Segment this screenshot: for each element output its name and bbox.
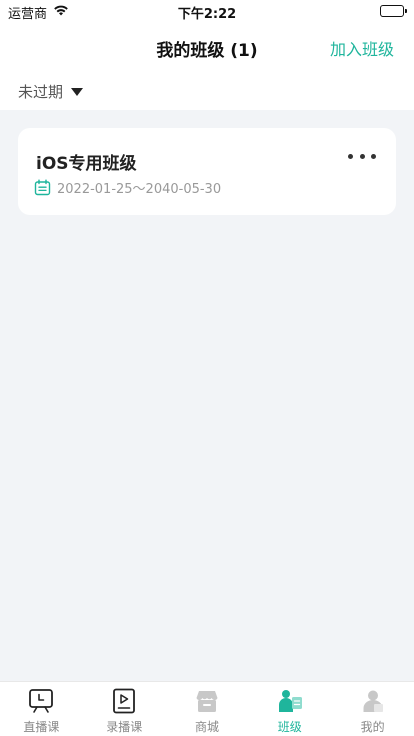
class-card[interactable]: iOS专用班级 2022-01-25～2040-05-30 — [18, 128, 396, 215]
more-options-icon[interactable] — [348, 148, 376, 164]
tab-profile[interactable]: 我的 — [331, 682, 414, 736]
tab-live-class[interactable]: 直播课 — [0, 682, 83, 736]
tab-label: 我的 — [360, 720, 385, 734]
tab-store[interactable]: 商城 — [166, 682, 249, 736]
live-class-icon — [29, 689, 54, 713]
clock: 下午2:22 — [177, 7, 237, 22]
tab-label: 商城 — [194, 720, 219, 734]
battery-icon — [380, 5, 407, 17]
filter-bar: 未过期 — [0, 70, 414, 110]
status-bar: 运营商 下午2:22 — [0, 0, 414, 24]
class-icon — [278, 690, 302, 712]
join-class-button[interactable]: 加入班级 — [330, 36, 394, 60]
store-icon — [196, 691, 218, 712]
tab-bar: 直播课 录播课 商城 班级 我的 — [0, 681, 414, 736]
tab-label: 录播课 — [106, 720, 143, 734]
tab-label: 班级 — [277, 720, 302, 734]
calendar-icon — [34, 179, 51, 196]
profile-icon — [363, 690, 383, 712]
caret-down-icon — [71, 87, 84, 96]
class-date-row: 2022-01-25～2040-05-30 — [34, 178, 221, 197]
expiry-filter-dropdown[interactable]: 未过期 — [18, 81, 84, 102]
class-date-range: 2022-01-25～2040-05-30 — [57, 182, 222, 197]
filter-label: 未过期 — [18, 83, 64, 101]
recorded-class-icon — [113, 688, 136, 714]
tab-class[interactable]: 班级 — [248, 682, 331, 736]
tab-recorded-class[interactable]: 录播课 — [83, 682, 166, 736]
tab-label: 直播课 — [23, 720, 60, 734]
navigation-bar: 我的班级 (1) 加入班级 — [0, 24, 414, 70]
class-name: iOS专用班级 — [36, 154, 137, 174]
